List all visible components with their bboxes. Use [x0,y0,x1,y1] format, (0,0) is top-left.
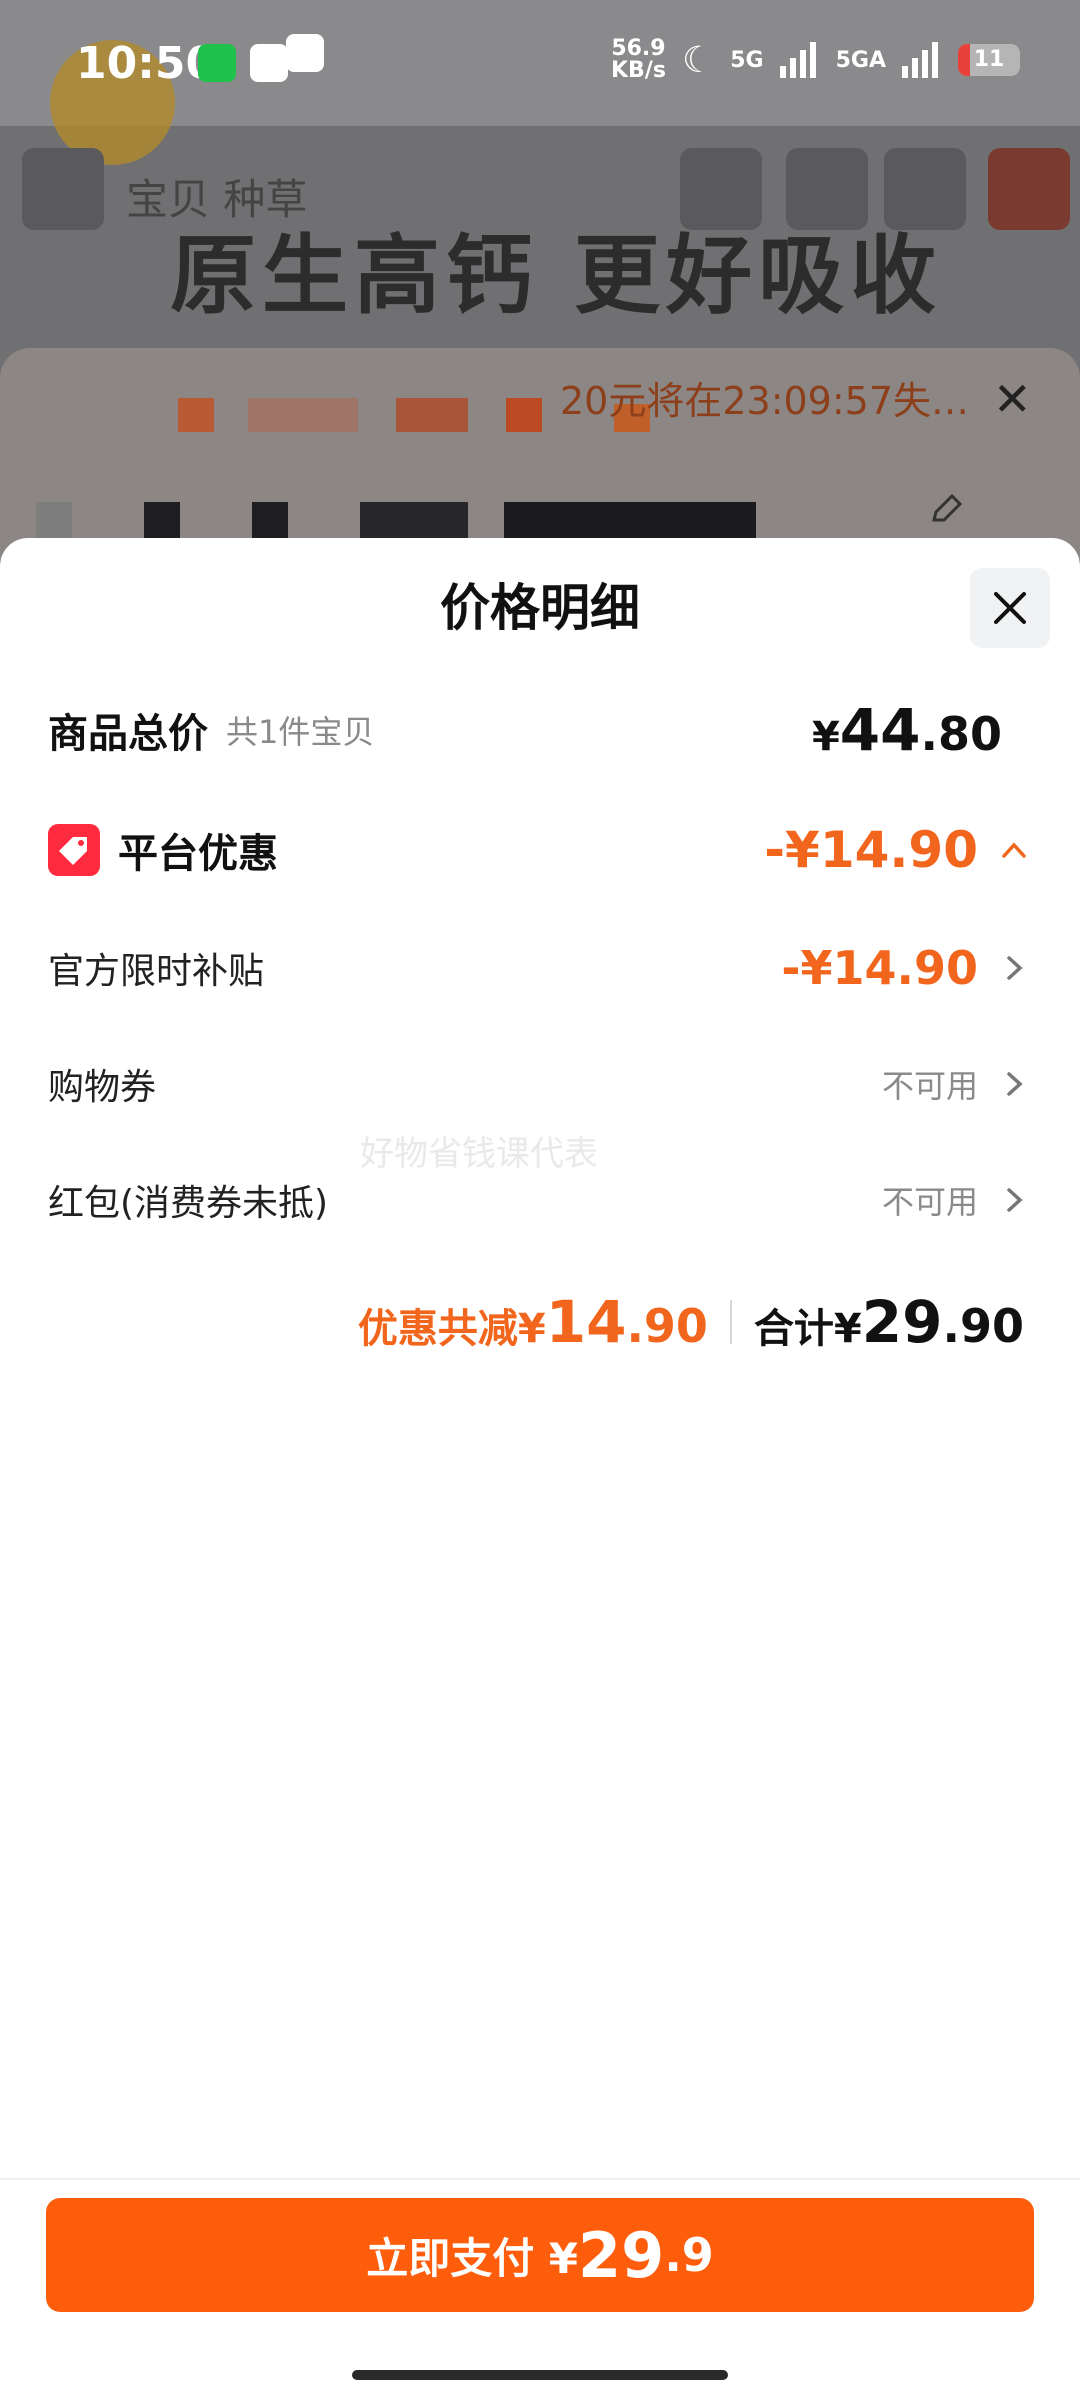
summary-divider [729,1300,732,1344]
coupon-label: 购物券 [48,1067,157,1108]
wechat-icon [198,44,236,82]
bg-expiry-timer: 20元将在23:09:57失… [560,379,970,423]
moon-icon: ☾ [681,39,715,81]
more-button[interactable] [988,148,1070,230]
total-label: 商品总价 [48,711,208,757]
sheet-title: 价格明细 [440,579,640,637]
subsidy-row[interactable]: 官方限时补贴 -¥14.90 [48,936,1032,1000]
mosaic-block [178,398,214,432]
platform-discount-amount: -¥14.90 [764,821,978,879]
mosaic-block [396,398,468,432]
pay-now-button[interactable]: 立即支付 ¥ 29 .9 [46,2198,1034,2312]
pay-amount-dec: .9 [664,2228,714,2282]
status-right-group: 56.9 KB/s ☾ 5G 5GA 11 [611,38,1020,82]
mosaic-block [360,502,468,538]
mosaic-block [248,398,358,432]
price-detail-sheet: 价格明细 好物省钱课代表 商品总价 共1件宝贝 ¥44.80 平台优惠 -¥14… [0,538,1080,2400]
subsidy-label: 官方限时补贴 [48,951,265,992]
subsidy-amount: -¥14.90 [781,941,978,995]
chevron-right-icon[interactable] [996,950,1032,986]
qq-icon [250,44,288,82]
signal-5g-label: 5G [730,47,764,73]
chevron-right-icon[interactable] [996,1182,1032,1218]
total-price-row: 商品总价 共1件宝贝 ¥44.80 [48,696,1032,764]
platform-discount-label: 平台优惠 [118,831,278,877]
item-count: 共1件宝贝 [226,713,375,751]
close-button[interactable] [970,568,1050,648]
redpacket-label: 红包(消费券未抵) [48,1183,329,1224]
pay-label: 立即支付 ¥ [366,2233,579,2283]
signal-icon [779,42,816,78]
mosaic-block [252,502,288,538]
discount-total-dec: .90 [626,1299,708,1353]
platform-discount-row[interactable]: 平台优惠 -¥14.90 [48,818,1032,882]
home-indicator[interactable] [352,2370,728,2380]
battery-icon: 11 [958,44,1020,76]
status-bar: 10:50 56.9 KB/s ☾ 5G 5GA 11 [0,0,1080,126]
back-button[interactable] [22,148,104,230]
redpacket-row[interactable]: 红包(消费券未抵) 不可用 [48,1168,1032,1232]
mosaic-block [504,502,756,538]
bg-close-icon[interactable]: ✕ [993,372,1032,426]
coupon-status: 不可用 [881,1067,978,1105]
mosaic-block [36,502,72,538]
mosaic-block [506,398,542,432]
signal-icon-2 [902,42,938,78]
footer-divider [0,2178,1080,2180]
grand-total-dec: .90 [942,1299,1025,1353]
coupon-row[interactable]: 购物券 不可用 [48,1052,1032,1116]
discount-total-int: 14 [545,1288,627,1356]
mosaic-block [144,502,180,538]
bg-banner-text: 原生高钙 更好吸收 [170,226,942,326]
notification-icon [286,34,324,72]
clock: 10:50 [76,38,217,89]
grand-total-label: 合计¥ [753,1306,862,1352]
redpacket-status: 不可用 [881,1183,978,1221]
chevron-up-icon[interactable] [996,832,1032,868]
price-summary: 优惠共减¥ 14 .90 合计¥ 29 .90 [358,1288,1024,1356]
signal-5ga-label: 5GA [835,47,886,73]
close-icon [994,592,1026,624]
pay-amount-int: 29 [578,2218,665,2292]
net-speed: 56.9 KB/s [610,36,666,83]
edit-icon[interactable] [926,490,966,530]
tag-icon [48,824,100,876]
discount-total-label: 优惠共减¥ [357,1306,546,1352]
grand-total-int: 29 [861,1288,943,1356]
chevron-right-icon[interactable] [996,1066,1032,1102]
total-amount: ¥44.80 [811,696,1002,764]
